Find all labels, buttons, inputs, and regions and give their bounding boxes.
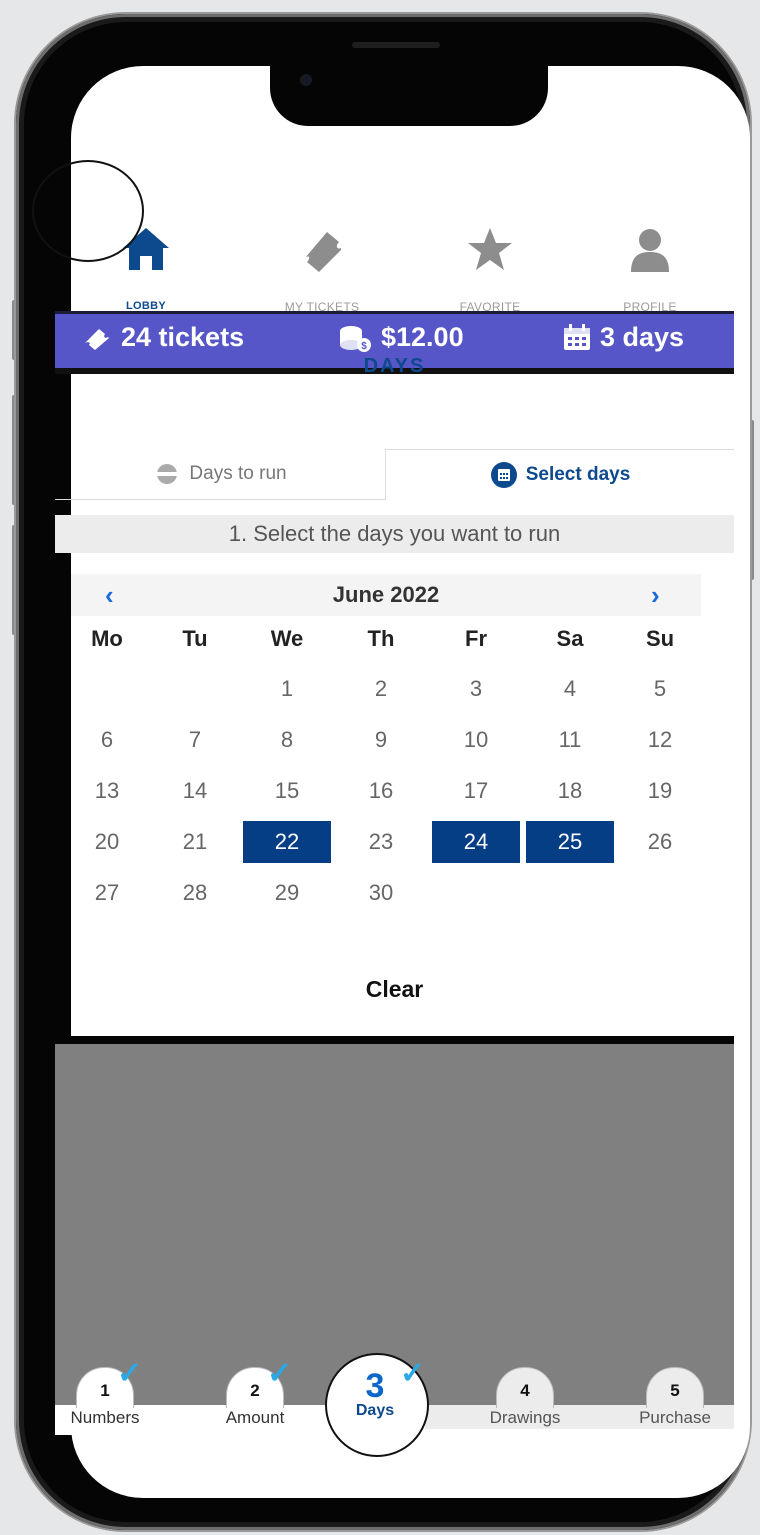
calendar-day[interactable]: 23	[337, 821, 425, 863]
calendar-day[interactable]: 7	[151, 719, 239, 761]
step-label: Days	[355, 1402, 395, 1419]
nav-label-my-tickets: MY TICKETS	[284, 300, 360, 314]
ticket-icon	[305, 232, 341, 272]
calendar-day[interactable]: 12	[616, 719, 704, 761]
next-month-button[interactable]: ›	[651, 580, 660, 611]
calendar-day[interactable]: 18	[526, 770, 614, 812]
nav-favorite[interactable]: FAVORITE	[415, 226, 565, 314]
nav-profile[interactable]: PROFILE	[575, 226, 725, 314]
tab-days-to-run[interactable]: Days to run	[55, 449, 386, 500]
speaker-grille	[352, 42, 440, 48]
calendar-day[interactable]: 20	[63, 821, 151, 863]
calendar-day-selected[interactable]: 24	[432, 821, 520, 863]
person-icon	[631, 229, 669, 272]
calendar-day[interactable]: 8	[243, 719, 331, 761]
calendar-day[interactable]: 2	[337, 668, 425, 710]
calendar-day[interactable]: 3	[432, 668, 520, 710]
tab-days-to-run-label: Days to run	[189, 463, 287, 484]
calendar-day[interactable]: 27	[63, 872, 151, 914]
step-days[interactable]: 3 Days	[325, 1368, 425, 1420]
calendar-day[interactable]: 15	[243, 770, 331, 812]
calendar-icon	[490, 462, 517, 488]
step-label: Drawings	[489, 1408, 561, 1427]
calendar-day[interactable]: 14	[151, 770, 239, 812]
tab-select-days[interactable]: Select days	[386, 449, 734, 500]
calendar-day[interactable]: 13	[63, 770, 151, 812]
clear-button[interactable]: Clear	[55, 976, 734, 1003]
step-purchase[interactable]: 5 Purchase	[615, 1367, 735, 1428]
top-navigation: LOBBY MY TICKETS FAVORITE PROFILE	[71, 226, 750, 366]
calendar-day[interactable]: 29	[243, 872, 331, 914]
star-icon	[468, 228, 512, 270]
calendar-day-selected[interactable]: 25	[526, 821, 614, 863]
calendar-day[interactable]: 6	[63, 719, 151, 761]
step-number: 4	[496, 1367, 554, 1408]
calendar-day[interactable]: 1	[243, 668, 331, 710]
toggle-icon	[157, 464, 178, 484]
notch	[270, 54, 548, 126]
step-number: 3	[365, 1367, 385, 1405]
step-numbers[interactable]: 1 Numbers	[55, 1367, 155, 1428]
step-number: 5	[646, 1367, 704, 1408]
calendar-day[interactable]: 26	[616, 821, 704, 863]
step-label: Purchase	[639, 1408, 711, 1427]
calendar-day[interactable]: 17	[432, 770, 520, 812]
calendar-day[interactable]: 9	[337, 719, 425, 761]
step-amount[interactable]: 2 Amount	[195, 1367, 315, 1428]
calendar-day[interactable]: 30	[337, 872, 425, 914]
step-label: Numbers	[70, 1408, 140, 1427]
tab-select-days-label: Select days	[525, 464, 631, 485]
lobby-highlight-circle	[32, 160, 144, 262]
calendar-day[interactable]: 5	[616, 668, 704, 710]
calendar-day[interactable]: 21	[151, 821, 239, 863]
step-number: 2	[226, 1367, 284, 1408]
calendar-day[interactable]: 11	[526, 719, 614, 761]
step-number: 1	[76, 1367, 134, 1408]
camera	[300, 74, 312, 86]
nav-my-tickets[interactable]: MY TICKETS	[247, 226, 397, 314]
days-tabs: Days to run Select days	[55, 449, 734, 501]
nav-label-lobby: LOBBY	[126, 300, 166, 312]
nav-label-favorite: FAVORITE	[459, 300, 521, 314]
calendar-day[interactable]: 10	[432, 719, 520, 761]
step-label: Amount	[225, 1408, 285, 1427]
power-button	[750, 420, 754, 580]
nav-label-profile: PROFILE	[623, 300, 677, 314]
calendar-day[interactable]: 16	[337, 770, 425, 812]
calendar-day-selected[interactable]: 22	[243, 821, 331, 863]
prev-month-button[interactable]: ‹	[105, 580, 114, 611]
step-drawings[interactable]: 4 Drawings	[465, 1367, 585, 1428]
calendar-day[interactable]: 4	[526, 668, 614, 710]
calendar-day[interactable]: 19	[616, 770, 704, 812]
calendar-day[interactable]: 28	[151, 872, 239, 914]
